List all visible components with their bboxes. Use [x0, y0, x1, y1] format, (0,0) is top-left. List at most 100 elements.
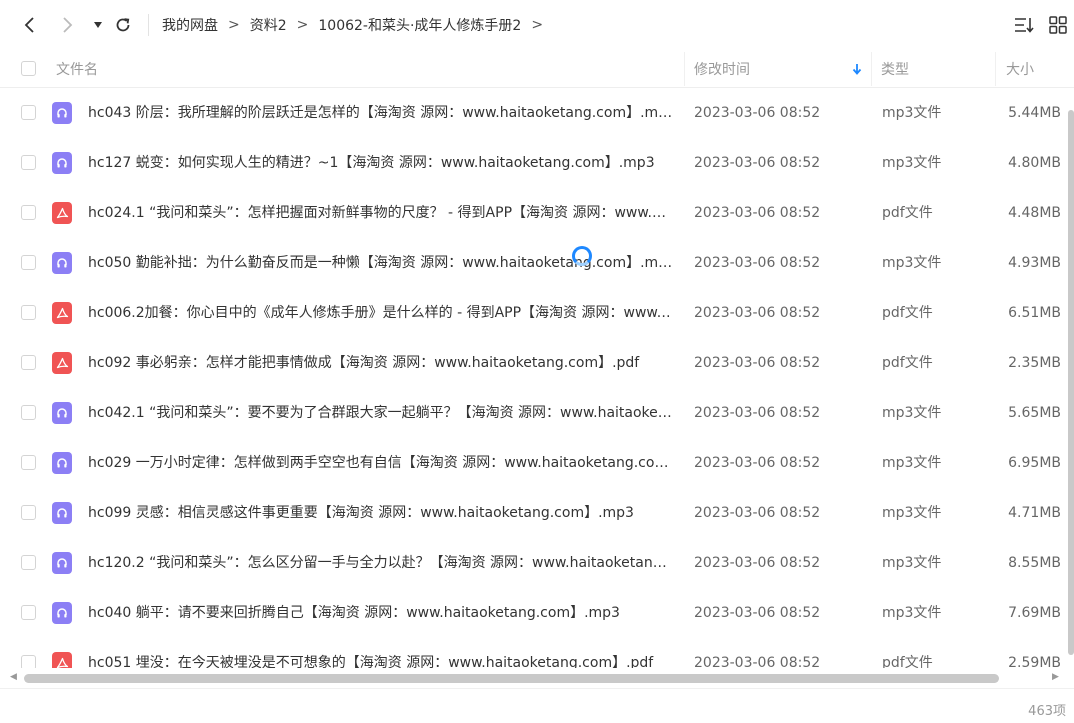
row-checkbox[interactable]	[21, 255, 36, 270]
arrow-down-icon	[852, 64, 862, 75]
pdf-icon	[52, 652, 72, 668]
file-name[interactable]: hc042.1 “我问和菜头”：要不要为了合群跟大家一起躺平？【海淘资 源网：w…	[88, 403, 674, 423]
file-size: 5.65MB	[1008, 405, 1061, 421]
scroll-left-arrow[interactable]: ◀	[10, 672, 17, 682]
column-header-size[interactable]: 大小	[1006, 50, 1034, 88]
headphones-icon	[52, 152, 72, 174]
row-checkbox[interactable]	[21, 105, 36, 120]
headphones-icon	[52, 552, 72, 574]
headphones-icon	[52, 102, 72, 124]
file-name[interactable]: hc040 躺平：请不要来回折腾自己【海淘资 源网：www.haitaoketa…	[88, 603, 674, 623]
column-divider[interactable]	[995, 52, 996, 86]
column-divider[interactable]	[684, 52, 685, 86]
file-type: mp3文件	[882, 555, 942, 571]
file-row[interactable]: hc120.2 “我问和菜头”：怎么区分留一手与全力以赴？【海淘资 源网：www…	[0, 538, 1074, 588]
breadcrumb-separator: >	[228, 17, 240, 33]
sort-desc-indicator[interactable]	[852, 50, 862, 88]
file-name[interactable]: hc099 灵感：相信灵感这件事更重要【海淘资 源网：www.haitaoket…	[88, 503, 674, 523]
file-row[interactable]: hc043 阶层：我所理解的阶层跃迁是怎样的【海淘资 源网：www.haitao…	[0, 88, 1074, 138]
row-checkbox[interactable]	[21, 605, 36, 620]
file-size: 2.59MB	[1008, 655, 1061, 668]
file-size: 8.55MB	[1008, 555, 1061, 571]
file-list[interactable]: hc043 阶层：我所理解的阶层跃迁是怎样的【海淘资 源网：www.haitao…	[0, 88, 1074, 668]
file-size: 7.69MB	[1008, 605, 1061, 621]
row-checkbox[interactable]	[21, 205, 36, 220]
file-row[interactable]: hc050 勤能补拙：为什么勤奋反而是一种懒【海淘资 源网：www.haitao…	[0, 238, 1074, 288]
column-header-date[interactable]: 修改时间	[694, 50, 750, 88]
grid-view-icon	[1049, 16, 1067, 34]
file-modified-date: 2023-03-06 08:52	[694, 605, 821, 621]
horizontal-scrollbar[interactable]	[24, 674, 999, 683]
row-checkbox[interactable]	[21, 655, 36, 668]
file-name[interactable]: hc006.2加餐：你心目中的《成年人修炼手册》是什么样的 - 得到APP【海淘…	[88, 303, 674, 323]
file-row[interactable]: hc029 一万小时定律：怎样做到两手空空也有自信【海淘资 源网：www.hai…	[0, 438, 1074, 488]
scroll-right-arrow[interactable]: ▶	[1052, 672, 1059, 682]
file-size: 5.44MB	[1008, 105, 1061, 121]
breadcrumb-item-current[interactable]: 10062-和菜头·成年人修炼手册2	[318, 15, 521, 35]
file-type: mp3文件	[882, 405, 942, 421]
select-all-checkbox[interactable]	[21, 61, 36, 76]
file-size: 6.95MB	[1008, 455, 1061, 471]
breadcrumb-separator: >	[296, 17, 309, 33]
chevron-right-icon	[63, 17, 73, 33]
file-row[interactable]: hc042.1 “我问和菜头”：要不要为了合群跟大家一起躺平？【海淘资 源网：w…	[0, 388, 1074, 438]
refresh-icon	[116, 18, 130, 32]
row-checkbox[interactable]	[21, 405, 36, 420]
file-name[interactable]: hc127 蜕变：如何实现人生的精进？~1【海淘资 源网：www.haitaok…	[88, 153, 674, 173]
back-button[interactable]	[18, 13, 42, 37]
file-row[interactable]: hc040 躺平：请不要来回折腾自己【海淘资 源网：www.haitaoketa…	[0, 588, 1074, 638]
file-row[interactable]: hc006.2加餐：你心目中的《成年人修炼手册》是什么样的 - 得到APP【海淘…	[0, 288, 1074, 338]
file-type: mp3文件	[882, 455, 942, 471]
headphones-icon	[52, 502, 72, 524]
breadcrumb-item-my-drive[interactable]: 我的网盘	[162, 15, 218, 35]
breadcrumb-item-folder[interactable]: 资料2	[250, 15, 287, 35]
footer-divider	[0, 688, 1074, 689]
file-type: mp3文件	[882, 505, 942, 521]
breadcrumb: 我的网盘 > 资料2 > 10062-和菜头·成年人修炼手册2 >	[162, 14, 553, 36]
forward-button[interactable]	[55, 13, 79, 37]
column-header-type[interactable]: 类型	[881, 50, 909, 88]
breadcrumb-separator: >	[531, 17, 544, 33]
file-name[interactable]: hc029 一万小时定律：怎样做到两手空空也有自信【海淘资 源网：www.hai…	[88, 453, 674, 473]
column-header-name[interactable]: 文件名	[56, 50, 98, 88]
row-checkbox[interactable]	[21, 505, 36, 520]
headphones-icon	[52, 602, 72, 624]
caret-down-icon	[94, 22, 102, 28]
file-name[interactable]: hc092 事必躬亲：怎样才能把事情做成【海淘资 源网：www.haitaoke…	[88, 353, 674, 373]
headphones-icon	[52, 402, 72, 424]
file-row[interactable]: hc127 蜕变：如何实现人生的精进？~1【海淘资 源网：www.haitaok…	[0, 138, 1074, 188]
file-row[interactable]: hc051 埋没：在今天被埋没是不可想象的【海淘资 源网：www.haitaok…	[0, 638, 1074, 668]
loading-spinner	[572, 246, 592, 266]
row-checkbox[interactable]	[21, 355, 36, 370]
file-modified-date: 2023-03-06 08:52	[694, 405, 821, 421]
row-checkbox[interactable]	[21, 455, 36, 470]
file-size: 4.48MB	[1008, 205, 1061, 221]
file-name[interactable]: hc043 阶层：我所理解的阶层跃迁是怎样的【海淘资 源网：www.haitao…	[88, 103, 674, 123]
file-row[interactable]: hc024.1 “我问和菜头”：怎样把握面对新鲜事物的尺度？ - 得到APP【海…	[0, 188, 1074, 238]
vertical-scrollbar[interactable]	[1068, 110, 1074, 655]
toolbar-divider	[148, 14, 149, 36]
pdf-icon	[52, 302, 72, 324]
file-modified-date: 2023-03-06 08:52	[694, 305, 821, 321]
pdf-icon	[52, 352, 72, 374]
file-modified-date: 2023-03-06 08:52	[694, 655, 821, 668]
row-checkbox[interactable]	[21, 305, 36, 320]
column-divider[interactable]	[871, 52, 872, 86]
file-row[interactable]: hc099 灵感：相信灵感这件事更重要【海淘资 源网：www.haitaoket…	[0, 488, 1074, 538]
row-checkbox[interactable]	[21, 155, 36, 170]
toolbar: 我的网盘 > 资料2 > 10062-和菜头·成年人修炼手册2 >	[0, 0, 1074, 50]
history-dropdown-button[interactable]	[86, 13, 110, 37]
sort-button[interactable]	[1013, 14, 1035, 36]
headphones-icon	[52, 252, 72, 274]
file-row[interactable]: hc092 事必躬亲：怎样才能把事情做成【海淘资 源网：www.haitaoke…	[0, 338, 1074, 388]
file-type: pdf文件	[882, 305, 933, 321]
file-name[interactable]: hc120.2 “我问和菜头”：怎么区分留一手与全力以赴？【海淘资 源网：www…	[88, 553, 674, 573]
file-name[interactable]: hc051 埋没：在今天被埋没是不可想象的【海淘资 源网：www.haitaok…	[88, 653, 674, 668]
item-count: 463项	[1028, 704, 1066, 719]
refresh-button[interactable]	[111, 13, 135, 37]
file-name[interactable]: hc024.1 “我问和菜头”：怎样把握面对新鲜事物的尺度？ - 得到APP【海…	[88, 203, 674, 223]
file-size: 2.35MB	[1008, 355, 1061, 371]
chevron-left-icon	[24, 17, 34, 33]
row-checkbox[interactable]	[21, 555, 36, 570]
view-toggle-button[interactable]	[1047, 14, 1069, 36]
